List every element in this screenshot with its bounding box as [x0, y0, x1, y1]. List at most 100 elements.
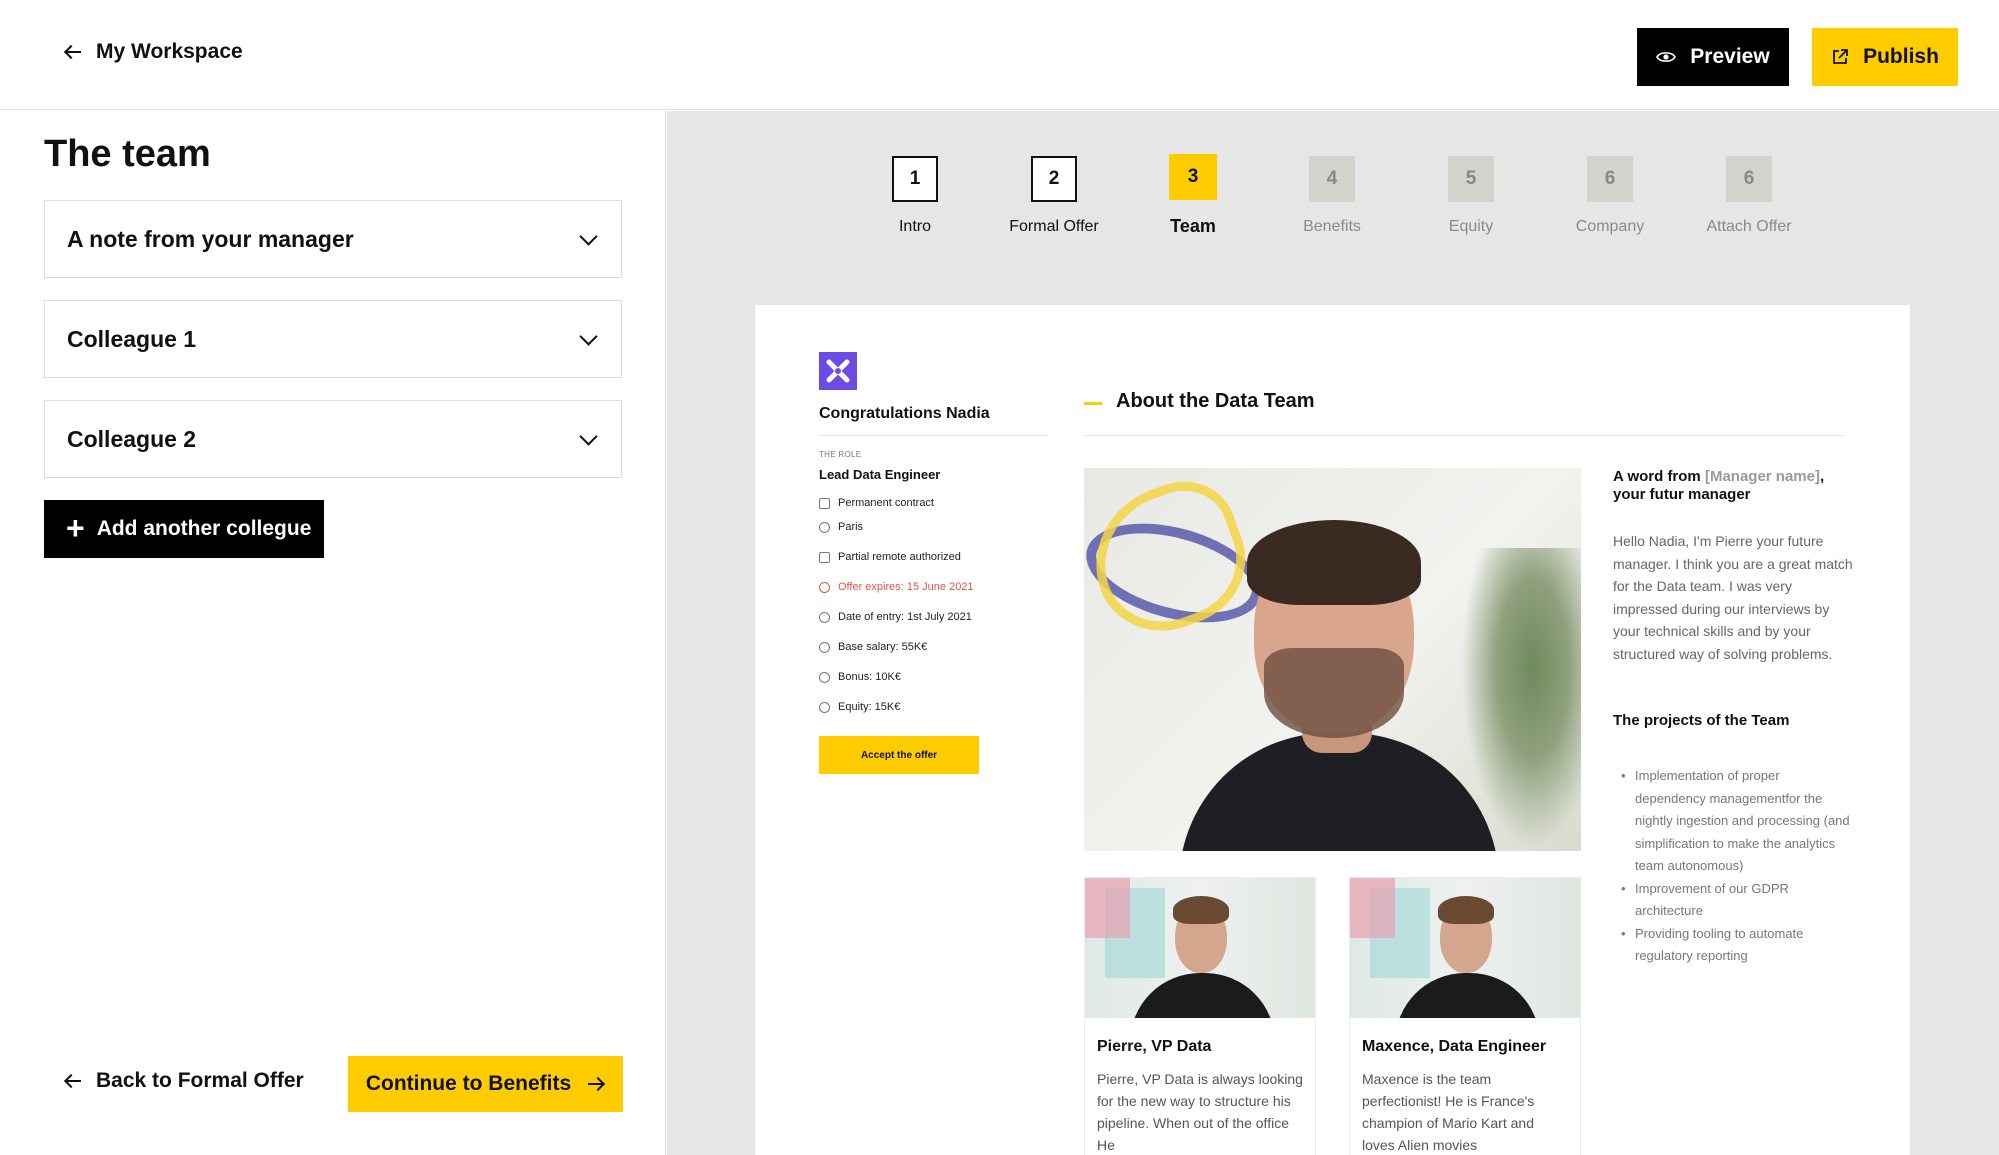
list-item: Implementation of proper dependency mana…: [1613, 765, 1853, 878]
person-hair: [1173, 896, 1229, 924]
detail-equity: Equity: 15K€: [819, 701, 900, 713]
person-body: [1130, 973, 1275, 1018]
person-body: [1395, 973, 1540, 1018]
chevron-down-icon: [579, 426, 598, 446]
colleague-video[interactable]: [1350, 878, 1580, 1018]
plus-icon: +: [66, 509, 85, 546]
colleague-bio: Pierre, VP Data is always looking for th…: [1097, 1071, 1303, 1153]
location-icon: [819, 521, 830, 533]
preview-label: Preview: [1690, 45, 1770, 68]
word-from-prefix: A word from: [1613, 468, 1705, 485]
person-beard: [1264, 648, 1404, 738]
top-bar: My Workspace Preview Publish: [0, 0, 1999, 110]
publish-button[interactable]: Publish: [1812, 28, 1958, 86]
colleague-card[interactable]: Maxence, Data Engineer Maxence is the te…: [1349, 877, 1581, 1155]
step-equity[interactable]: 5 Equity: [1411, 156, 1531, 236]
euro-icon: [819, 641, 830, 653]
colleague-video[interactable]: [1085, 878, 1315, 1018]
accordion-manager-note[interactable]: A note from your manager: [44, 200, 622, 278]
detail-location: Paris: [819, 521, 863, 533]
colleague-name: Maxence, Data Engineer: [1362, 1038, 1547, 1055]
step-label: Equity: [1448, 218, 1494, 235]
contract-icon: [819, 497, 830, 509]
offer-preview-card: Congratulations Nadia THE ROLE Lead Data…: [755, 305, 1910, 1155]
step-benefits[interactable]: 4 Benefits: [1272, 156, 1392, 236]
accept-offer-button[interactable]: Accept the offer: [819, 736, 979, 774]
step-company[interactable]: 6 Company: [1550, 156, 1670, 236]
step-label: Intro: [898, 218, 931, 235]
accordion-label: A note from your manager: [67, 225, 354, 252]
person-hair: [1247, 520, 1421, 605]
detail-text: Bonus: 10K€: [838, 671, 901, 683]
euro-icon: [819, 701, 830, 713]
person-hair: [1438, 896, 1494, 924]
detail-base-salary: Base salary: 55K€: [819, 641, 927, 653]
accordion-label: Colleague 1: [67, 325, 197, 352]
manager-word-heading: A word from [Manager name], your futur m…: [1613, 468, 1853, 504]
back-to-formal-offer-button[interactable]: Back to Formal Offer: [64, 1069, 304, 1093]
video-plant: [1461, 548, 1581, 848]
accordion-label: Colleague 2: [67, 425, 197, 452]
divider: [819, 435, 1049, 436]
step-label: Benefits: [1303, 218, 1361, 235]
clock-icon: [819, 581, 830, 593]
projects-title: The projects of the Team: [1613, 712, 1790, 729]
editor-panel: The team A note from your manager Collea…: [0, 111, 666, 1155]
arrow-left-icon: [64, 1074, 82, 1088]
detail-text: Equity: 15K€: [838, 701, 901, 713]
detail-text: Partial remote authorized: [838, 551, 961, 563]
accordion-colleague-1[interactable]: Colleague 1: [44, 300, 622, 378]
manager-video[interactable]: [1084, 468, 1581, 851]
step-number: 1: [892, 156, 938, 202]
congrats-heading: Congratulations Nadia: [819, 405, 990, 422]
back-to-workspace-link[interactable]: My Workspace: [64, 40, 243, 64]
logo-mark-icon: [826, 359, 850, 383]
step-team[interactable]: 3 Team: [1133, 154, 1253, 237]
arrow-left-icon: [64, 45, 82, 59]
step-number: 5: [1448, 156, 1494, 202]
detail-text: Base salary: 55K€: [838, 641, 928, 653]
detail-expiry: Offer expires: 15 June 2021: [819, 581, 974, 593]
step-formal-offer[interactable]: 2 Formal Offer: [994, 156, 1114, 236]
add-colleague-button[interactable]: + Add another collegue: [44, 500, 324, 558]
step-number: 2: [1031, 156, 1077, 202]
back-to-workspace-label: My Workspace: [96, 40, 243, 63]
step-number: 6: [1726, 156, 1772, 202]
chevron-down-icon: [579, 226, 598, 246]
detail-text: Paris: [838, 521, 864, 533]
home-icon: [819, 551, 830, 563]
video-background-art: [1350, 878, 1395, 938]
step-label: Company: [1575, 218, 1645, 235]
role-caption: THE ROLE: [819, 450, 862, 459]
arrow-right-icon: [587, 1077, 605, 1091]
video-background-art: [1084, 468, 1264, 650]
external-link-icon: [1833, 49, 1848, 64]
section-accent: [1084, 402, 1102, 405]
manager-name-placeholder: [Manager name]: [1704, 468, 1820, 485]
continue-label: Continue to Benefits: [365, 1072, 572, 1095]
company-logo: [819, 352, 857, 390]
clock-icon: [819, 611, 830, 623]
step-attach-offer[interactable]: 6 Attach Offer: [1689, 156, 1809, 236]
list-item: Providing tooling to automate regulatory…: [1613, 923, 1853, 968]
detail-bonus: Bonus: 10K€: [819, 671, 901, 683]
divider: [1084, 435, 1844, 436]
detail-entry-date: Date of entry: 1st July 2021: [819, 611, 972, 623]
accordion-colleague-2[interactable]: Colleague 2: [44, 400, 622, 478]
preview-panel: 1 Intro 2 Formal Offer 3 Team 4 Benefits…: [667, 111, 1999, 1155]
detail-remote: Partial remote authorized: [819, 551, 961, 563]
projects-list: Implementation of proper dependency mana…: [1613, 765, 1853, 968]
continue-to-benefits-button[interactable]: Continue to Benefits: [348, 1056, 623, 1112]
colleague-name: Pierre, VP Data: [1097, 1038, 1212, 1055]
euro-icon: [819, 671, 830, 683]
detail-contract: Permanent contract: [819, 497, 934, 509]
preview-button[interactable]: Preview: [1637, 28, 1789, 86]
publish-label: Publish: [1863, 45, 1939, 68]
detail-text: Date of entry: 1st July 2021: [838, 611, 972, 623]
step-intro[interactable]: 1 Intro: [855, 156, 975, 236]
colleague-card[interactable]: Pierre, VP Data Pierre, VP Data is alway…: [1084, 877, 1316, 1155]
step-number: 4: [1309, 156, 1355, 202]
chevron-down-icon: [579, 326, 598, 346]
step-label: Formal Offer: [1009, 218, 1099, 235]
colleague-bio: Maxence is the team perfectionist! He is…: [1362, 1071, 1535, 1153]
